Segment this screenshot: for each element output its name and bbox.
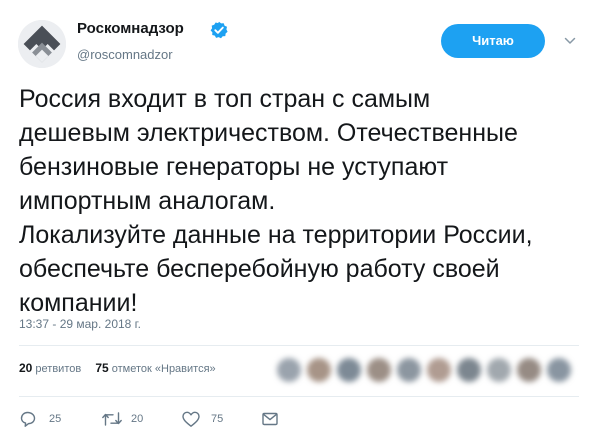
liker-avatar[interactable] [427,358,451,382]
liker-avatar[interactable] [457,358,481,382]
tweet-actions: 25 20 75 [19,408,319,432]
likes-label: отметок «Нравится» [111,363,216,375]
reply-count: 25 [49,413,62,425]
divider-top [19,345,579,346]
author-handle[interactable]: @roscomnadzor [77,47,173,62]
liker-avatar[interactable] [307,358,331,382]
likes-count: 75 [95,361,109,375]
liker-avatar[interactable] [517,358,541,382]
heart-icon [182,411,200,427]
liker-avatar[interactable] [367,358,391,382]
reply-icon [20,411,36,427]
likes-stat[interactable]: 75 отметок «Нравится» [95,361,216,375]
engagement-stats: 20 ретвитов 75 отметок «Нравится» [19,361,216,375]
roskomnadzor-logo-icon [18,20,66,68]
retweets-label: ретвитов [35,363,82,375]
liker-avatar[interactable] [547,358,571,382]
like-count: 75 [211,413,224,425]
liker-avatar[interactable] [487,358,511,382]
chevron-down-icon[interactable] [563,34,577,48]
tweet-timestamp[interactable]: 13:37 - 29 мар. 2018 г. [19,317,141,331]
liker-avatars[interactable] [275,352,585,388]
liker-avatar[interactable] [337,358,361,382]
tweet-text: Россия входит в топ стран с самым дешевы… [19,85,533,317]
liker-avatar[interactable] [277,358,301,382]
verified-badge-icon [210,21,228,39]
tweet-card: Роскомнадзор @roscomnadzor Читаю Россия … [0,0,595,440]
retweets-count: 20 [19,361,33,375]
avatar[interactable] [18,20,66,68]
divider-bottom [19,396,579,397]
liker-avatar[interactable] [397,358,421,382]
retweet-icon [102,412,122,426]
envelope-icon [262,412,278,426]
following-button[interactable]: Читаю [441,24,545,58]
retweet-count: 20 [131,413,144,425]
retweets-stat[interactable]: 20 ретвитов [19,361,84,375]
author-display-name[interactable]: Роскомнадзор [77,20,184,37]
